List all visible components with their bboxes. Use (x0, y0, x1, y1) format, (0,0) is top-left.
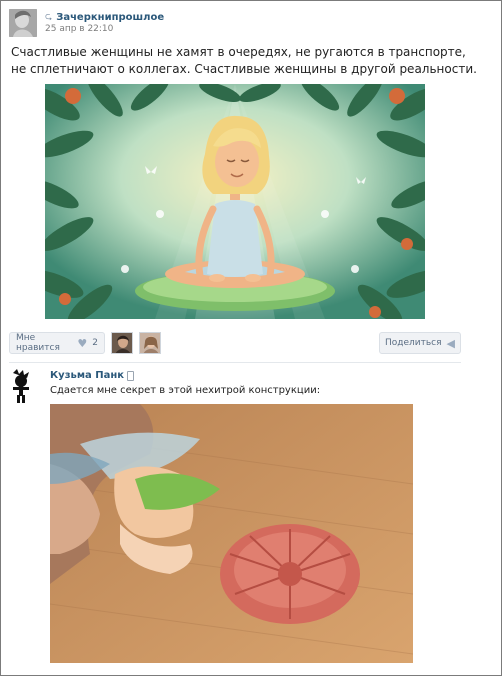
heart-icon: ♥ (77, 336, 88, 350)
post-text: Счастливые женщины не хамят в очередях, … (11, 45, 477, 76)
like-count: 2 (92, 338, 98, 348)
post-author-link[interactable]: ⮎ Зачеркнипрошлое (45, 9, 164, 25)
like-label: Мне нравится (16, 333, 60, 353)
comment-text: Сдается мне секрет в этой нехитрой конст… (50, 385, 321, 396)
comment-author-avatar[interactable] (7, 369, 35, 403)
post-date[interactable]: 25 апр в 22:10 (45, 24, 113, 34)
comment-author-link[interactable]: Кузьма Панк (50, 370, 135, 381)
comment-author-name[interactable]: Кузьма Панк (50, 370, 124, 381)
repost-icon: ⮎ (45, 12, 53, 22)
liker-avatar-1[interactable] (111, 332, 133, 354)
mobile-phone-icon (127, 370, 135, 381)
megaphone-icon: ◀ (446, 336, 455, 350)
post-image[interactable] (45, 84, 425, 319)
share-label: Поделиться (384, 338, 442, 348)
post-author-avatar[interactable] (9, 9, 37, 37)
share-button[interactable]: Поделиться ◀ (379, 332, 461, 354)
post-actions-bar: Мне нравится ♥ 2 Поделиться ◀ (9, 332, 461, 354)
like-button[interactable]: Мне нравится ♥ 2 (9, 332, 105, 354)
post-author-name[interactable]: Зачеркнипрошлое (56, 12, 164, 23)
vk-feed-frame: ⮎ Зачеркнипрошлое 25 апр в 22:10 Счастли… (0, 0, 502, 676)
comment-image[interactable] (50, 404, 413, 663)
post-comment-divider (9, 362, 461, 363)
liker-avatar-2[interactable] (139, 332, 161, 354)
